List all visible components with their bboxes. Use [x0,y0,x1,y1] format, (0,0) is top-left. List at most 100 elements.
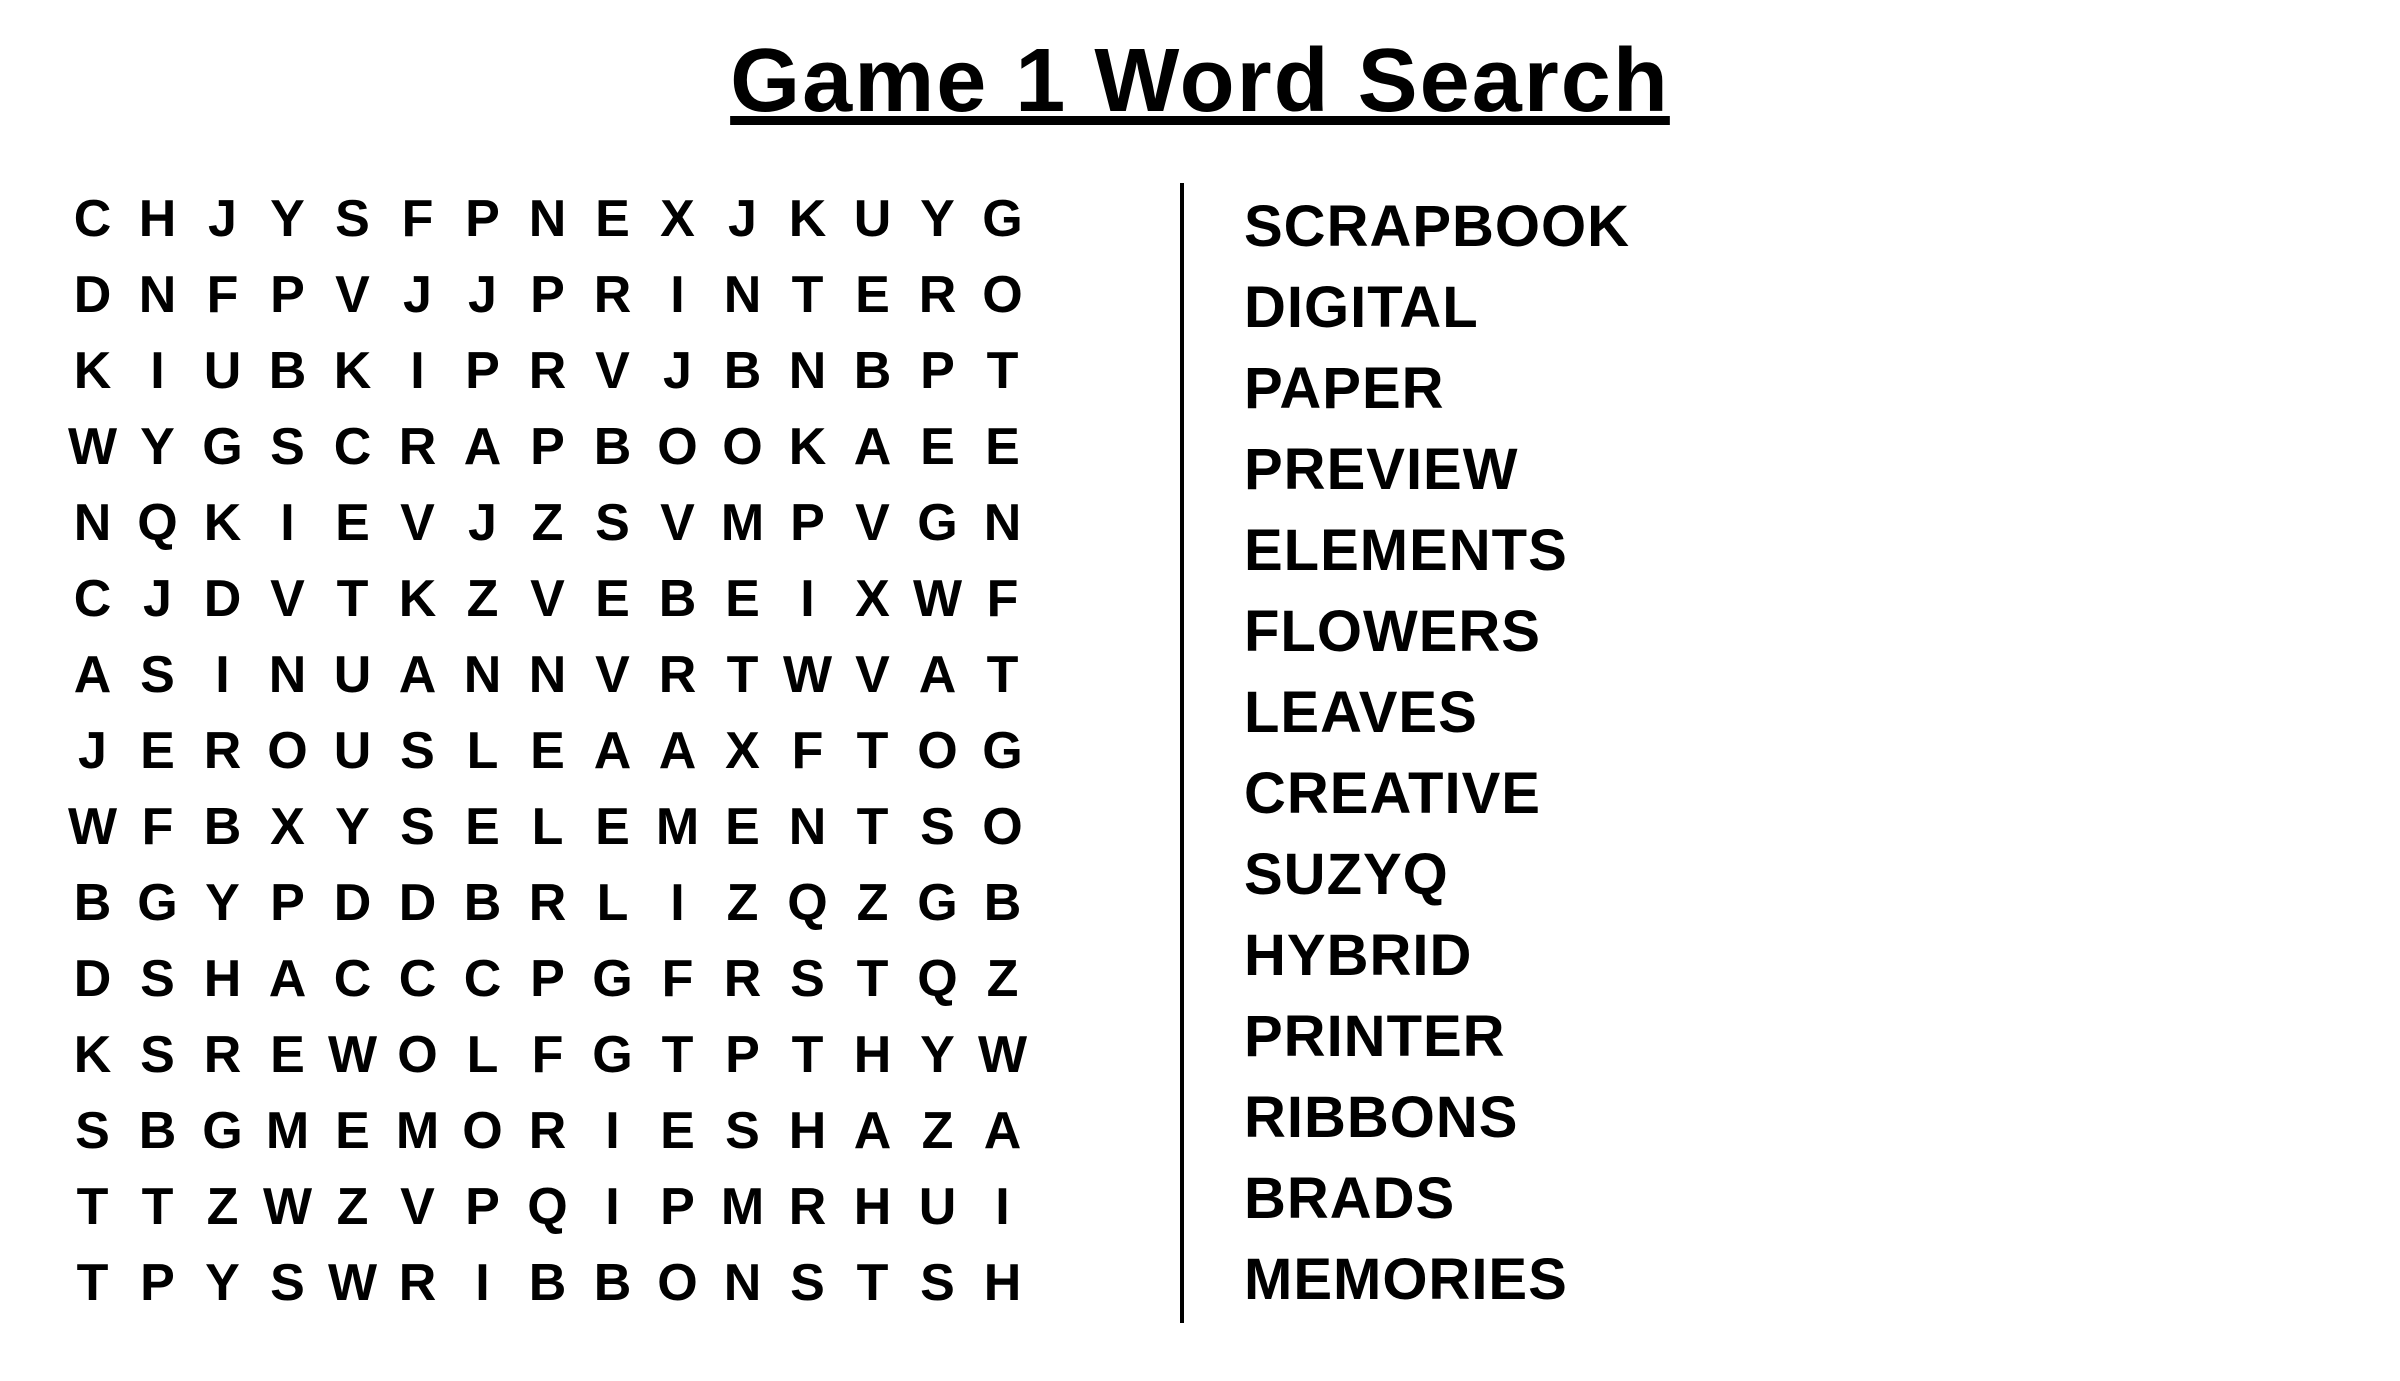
grid-cell: B [515,1247,580,1319]
grid-cell: T [710,639,775,711]
grid-cell: S [710,1095,775,1167]
grid-row: KIUBKIPRVJBNBPT [60,335,1120,407]
grid-cell: T [840,791,905,863]
word-item: RIBBONS [1244,1084,2340,1151]
grid-cell: E [580,791,645,863]
grid-cell: V [840,639,905,711]
grid-cell: B [710,335,775,407]
grid-cell: U [320,639,385,711]
grid-cell: O [970,791,1035,863]
grid-cell: X [710,715,775,787]
grid-cell: A [645,715,710,787]
grid-cell: G [580,943,645,1015]
grid-cell: N [515,183,580,255]
grid-cell: G [905,867,970,939]
word-item: SCRAPBOOK [1244,193,2340,260]
grid-cell: Y [905,183,970,255]
grid-cell: G [905,487,970,559]
grid-cell: R [645,639,710,711]
word-item: PAPER [1244,355,2340,422]
word-item: PRINTER [1244,1003,2340,1070]
grid-cell: P [905,335,970,407]
grid-cell: T [775,259,840,331]
grid-cell: Z [970,943,1035,1015]
grid-cell: Q [515,1171,580,1243]
grid-cell: P [450,1171,515,1243]
grid-cell: L [515,791,580,863]
grid-row: NQKIEVJZSVMPVGN [60,487,1120,559]
grid-cell: F [385,183,450,255]
word-item: HYBRID [1244,922,2340,989]
grid-cell: P [645,1171,710,1243]
grid-cell: F [645,943,710,1015]
grid-cell: I [125,335,190,407]
grid-row: WFBXYSELEMENTSO [60,791,1120,863]
grid-cell: M [385,1095,450,1167]
grid-cell: O [450,1095,515,1167]
grid-cell: N [710,259,775,331]
grid-cell: O [645,1247,710,1319]
grid-cell: G [970,715,1035,787]
grid-cell: A [840,1095,905,1167]
grid-cell: F [970,563,1035,635]
grid-cell: T [840,715,905,787]
grid-cell: R [775,1171,840,1243]
grid-cell: R [190,1019,255,1091]
grid-cell: S [60,1095,125,1167]
grid-cell: R [905,259,970,331]
grid-cell: C [385,943,450,1015]
grid-cell: O [905,715,970,787]
grid-cell: U [905,1171,970,1243]
divider [1180,183,1184,1323]
grid-cell: S [125,1019,190,1091]
grid-cell: P [515,259,580,331]
grid-cell: R [515,1095,580,1167]
grid-cell: S [125,943,190,1015]
grid-cell: R [385,1247,450,1319]
grid-cell: W [60,411,125,483]
grid-cell: H [840,1171,905,1243]
grid-cell: F [775,715,840,787]
grid-cell: F [125,791,190,863]
grid-cell: O [645,411,710,483]
grid-cell: D [190,563,255,635]
grid-cell: U [190,335,255,407]
grid-cell: R [385,411,450,483]
grid-cell: C [60,183,125,255]
grid-row: DNFPVJJPRINTERO [60,259,1120,331]
grid-cell: H [125,183,190,255]
grid-cell: A [970,1095,1035,1167]
grid-cell: G [190,411,255,483]
grid-cell: J [450,259,515,331]
grid-cell: I [970,1171,1035,1243]
grid-cell: T [60,1171,125,1243]
grid-row: TTZWZVPQIPMRHUI [60,1171,1120,1243]
grid-cell: V [580,335,645,407]
grid-cell: L [450,1019,515,1091]
grid-cell: I [580,1095,645,1167]
grid-cell: P [125,1247,190,1319]
grid-cell: V [840,487,905,559]
grid-cell: W [970,1019,1035,1091]
grid-cell: V [320,259,385,331]
grid-cell: Q [125,487,190,559]
grid-cell: T [60,1247,125,1319]
grid-cell: B [450,867,515,939]
grid-cell: M [710,1171,775,1243]
word-item: MEMORIES [1244,1246,2340,1313]
grid-cell: E [450,791,515,863]
grid-cell: M [710,487,775,559]
grid-cell: N [775,791,840,863]
grid-cell: S [385,715,450,787]
grid-cell: H [970,1247,1035,1319]
grid-cell: E [645,1095,710,1167]
grid-cell: C [320,943,385,1015]
grid-cell: V [580,639,645,711]
grid-cell: B [580,1247,645,1319]
grid-cell: Y [255,183,320,255]
grid-cell: N [515,639,580,711]
word-item: PREVIEW [1244,436,2340,503]
grid-cell: S [320,183,385,255]
word-item: CREATIVE [1244,760,2340,827]
grid-cell: Y [125,411,190,483]
